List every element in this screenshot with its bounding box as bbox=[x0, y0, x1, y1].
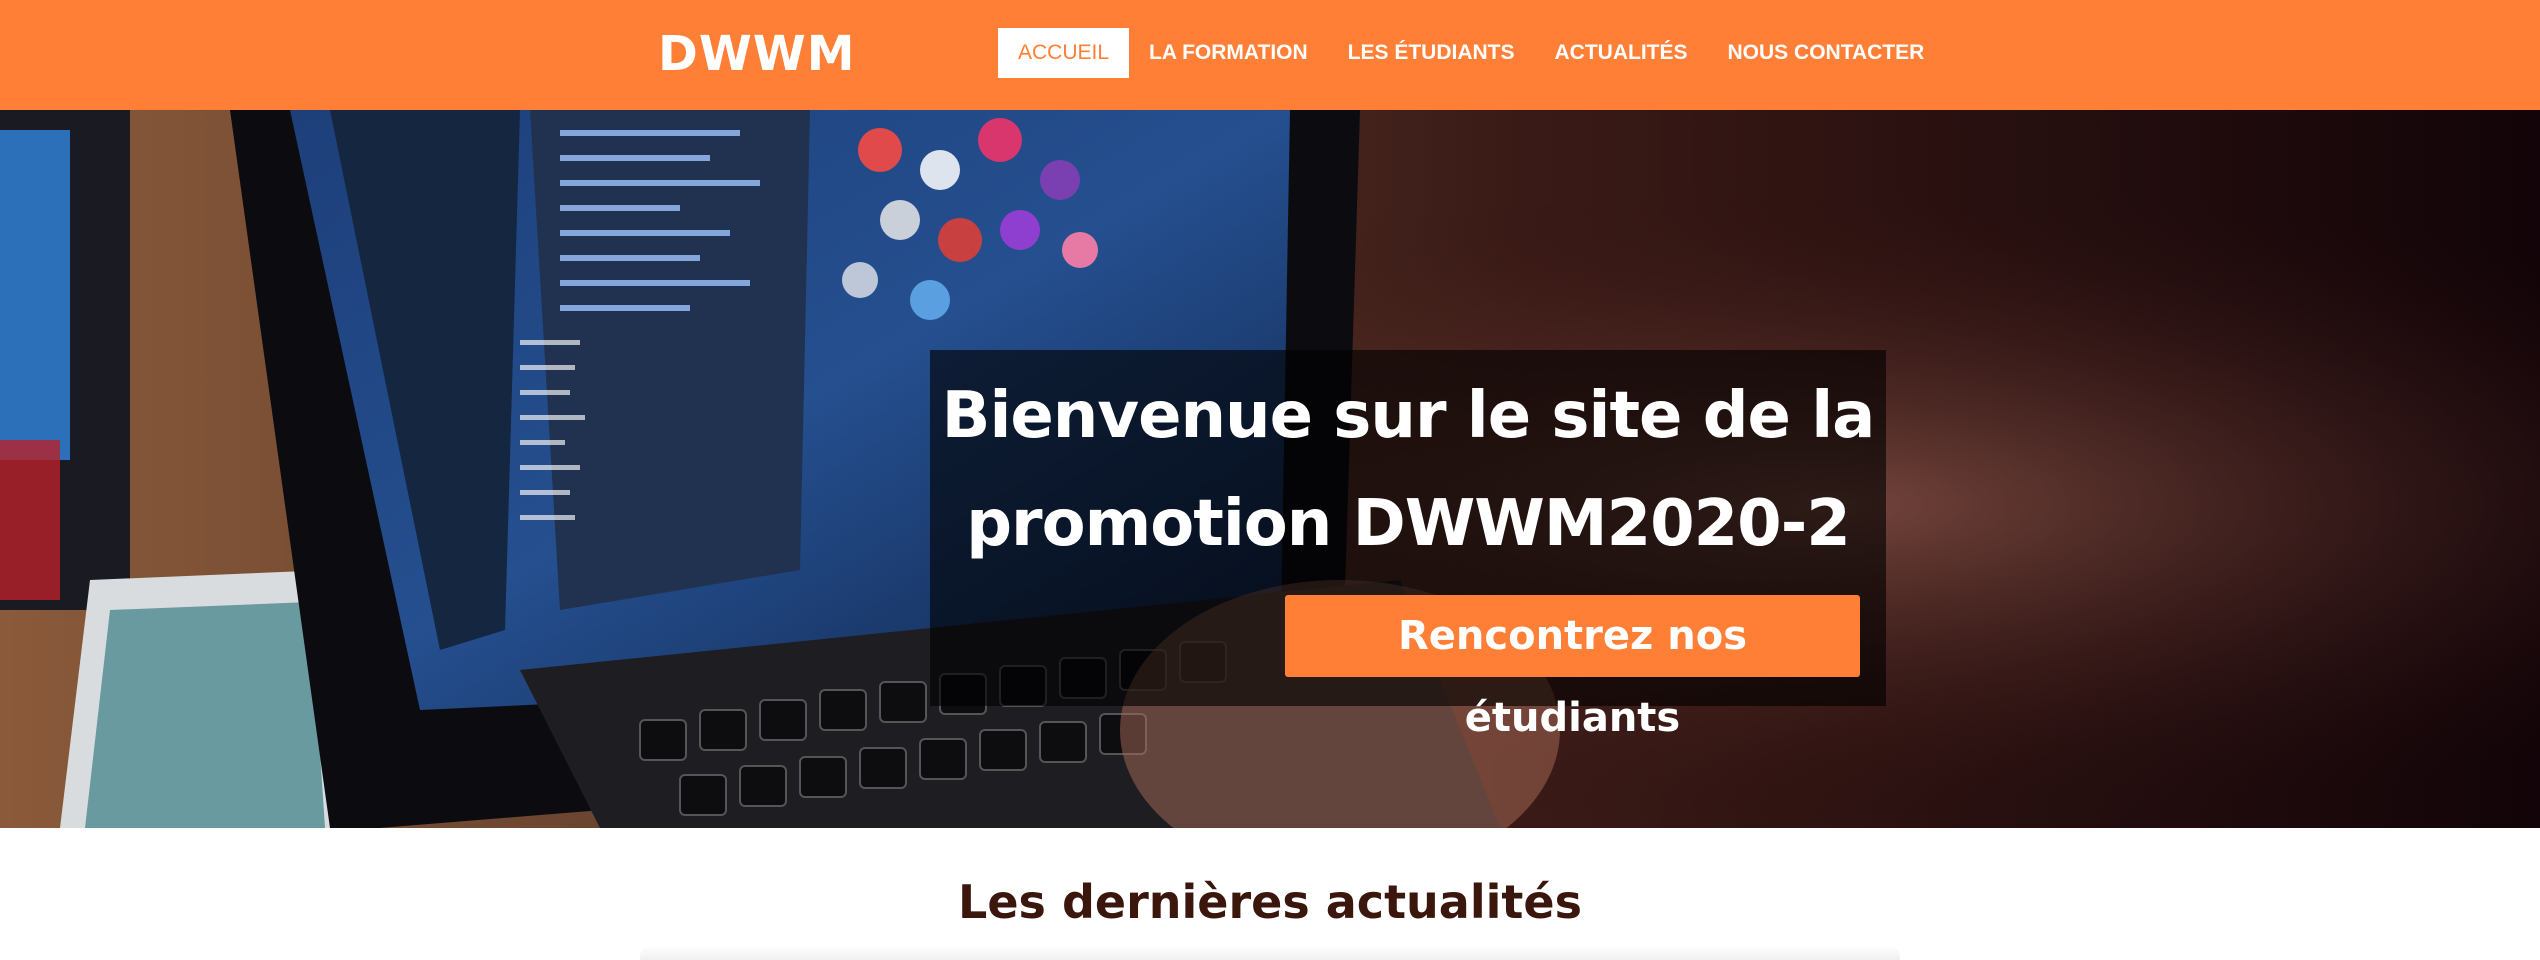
top-navbar: DWWM ACCUEIL LA FORMATION LES ÉTUDIANTS … bbox=[0, 0, 2540, 110]
hero-overlay-box: Bienvenue sur le site de la promotion DW… bbox=[930, 350, 1886, 741]
meet-students-button[interactable]: Rencontrez nos étudiants bbox=[1285, 595, 1860, 741]
brand-logo-link[interactable]: DWWM bbox=[658, 26, 856, 82]
hero-title: Bienvenue sur le site de la promotion DW… bbox=[930, 362, 1886, 578]
main-nav: ACCUEIL LA FORMATION LES ÉTUDIANTS ACTUA… bbox=[998, 28, 1944, 78]
latest-news-heading: Les dernières actualités bbox=[958, 875, 1582, 929]
nav-link-accueil[interactable]: ACCUEIL bbox=[998, 28, 1130, 78]
nav-link-nous-contacter[interactable]: NOUS CONTACTER bbox=[1708, 28, 1945, 78]
nav-link-les-etudiants[interactable]: LES ÉTUDIANTS bbox=[1328, 28, 1535, 78]
hero-title-line2: promotion DWWM2020-2 bbox=[966, 487, 1851, 561]
hero-title-line1: Bienvenue sur le site de la bbox=[941, 379, 1876, 453]
news-card-top-edge bbox=[640, 945, 1900, 960]
nav-link-la-formation[interactable]: LA FORMATION bbox=[1129, 28, 1328, 78]
nav-link-actualites[interactable]: ACTUALITÉS bbox=[1535, 28, 1708, 78]
hero-section: Bienvenue sur le site de la promotion DW… bbox=[0, 110, 2540, 828]
